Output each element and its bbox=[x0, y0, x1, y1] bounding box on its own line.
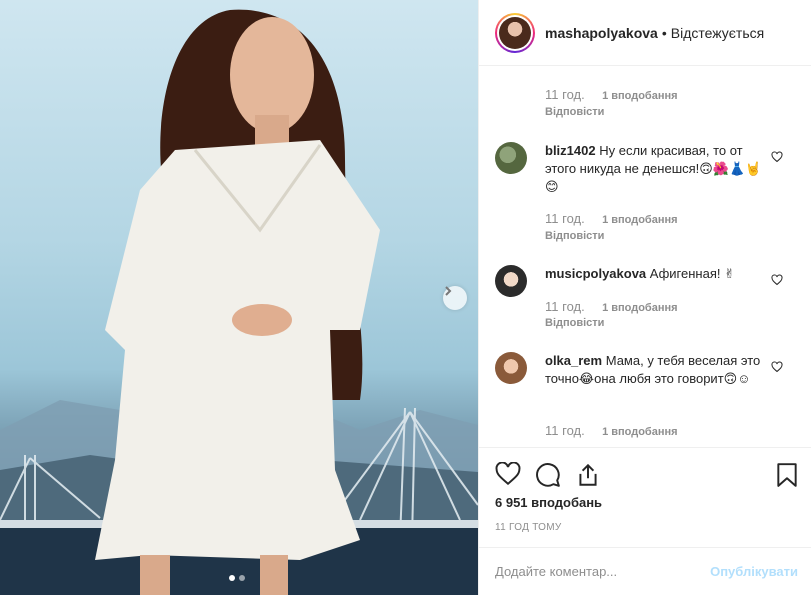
comment-input[interactable] bbox=[495, 564, 695, 579]
author-avatar[interactable] bbox=[495, 12, 535, 53]
comments-list[interactable]: 11 год. 1 вподобання Відповісти bliz1402… bbox=[479, 67, 811, 447]
add-comment-bar: Опублікувати bbox=[479, 547, 811, 595]
like-comment-icon[interactable] bbox=[771, 274, 783, 286]
post-header: mashapolyakova • Відстежується bbox=[479, 0, 811, 66]
likes-count[interactable]: 6 951 вподобань bbox=[495, 495, 602, 510]
post-photo[interactable] bbox=[0, 0, 478, 595]
comment-meta: 11 год. 1 вподобання bbox=[545, 423, 678, 438]
post-sidebar: mashapolyakova • Відстежується 11 год. 1… bbox=[478, 0, 811, 595]
share-icon[interactable] bbox=[575, 462, 601, 488]
reply-button[interactable]: Відповісти bbox=[545, 106, 604, 118]
comment-time[interactable]: 11 год. bbox=[545, 87, 585, 102]
like-comment-icon[interactable] bbox=[771, 151, 783, 163]
comment-meta: 11 год. 1 вподобання bbox=[545, 211, 678, 226]
chevron-right-icon bbox=[445, 286, 452, 296]
commenter-avatar[interactable] bbox=[495, 352, 527, 384]
reply-button[interactable]: Відповісти bbox=[545, 230, 604, 242]
comment-body: bliz1402 Ну если красивая, то от этого н… bbox=[545, 142, 767, 196]
author-username[interactable]: mashapolyakova bbox=[545, 25, 658, 41]
comment-likes[interactable]: 1 вподобання bbox=[602, 214, 677, 226]
commenter-avatar[interactable] bbox=[495, 142, 527, 174]
post-timestamp[interactable]: 11 ГОД ТОМУ bbox=[495, 522, 562, 533]
photo-illustration bbox=[0, 9, 478, 595]
commenter-username[interactable]: musicpolyakova bbox=[545, 266, 646, 281]
publish-button[interactable]: Опублікувати bbox=[710, 564, 798, 579]
carousel-dot-active bbox=[229, 575, 235, 581]
comment-meta: 11 год. 1 вподобання bbox=[545, 87, 678, 102]
carousel-indicator bbox=[229, 575, 245, 581]
comment-likes[interactable]: 1 вподобання bbox=[602, 426, 677, 438]
like-comment-icon[interactable] bbox=[771, 361, 783, 373]
comment-time[interactable]: 11 год. bbox=[545, 211, 585, 226]
comment-time[interactable]: 11 год. bbox=[545, 423, 585, 438]
comment-body: musicpolyakova Афигенная! ✌ bbox=[545, 265, 767, 283]
carousel-dot bbox=[239, 575, 245, 581]
comment-text: Афигенная! ✌ bbox=[649, 266, 735, 281]
comment-likes[interactable]: 1 вподобання bbox=[602, 90, 677, 102]
reply-button[interactable]: Відповісти bbox=[545, 317, 604, 329]
comment-body: olka_rem Мама, у тебя веселая это точно😂… bbox=[545, 352, 767, 388]
like-post-icon[interactable] bbox=[495, 462, 521, 486]
commenter-avatar[interactable] bbox=[495, 265, 527, 297]
comment-likes[interactable]: 1 вподобання bbox=[602, 302, 677, 314]
comment-icon[interactable] bbox=[535, 462, 561, 488]
commenter-username[interactable]: bliz1402 bbox=[545, 143, 596, 158]
comment-meta: 11 год. 1 вподобання bbox=[545, 299, 678, 314]
bookmark-icon[interactable] bbox=[776, 462, 798, 488]
follow-status-button[interactable]: Відстежується bbox=[671, 25, 764, 41]
commenter-username[interactable]: olka_rem bbox=[545, 353, 602, 368]
header-separator: • bbox=[661, 24, 667, 41]
next-photo-button[interactable] bbox=[443, 286, 467, 310]
comment-time[interactable]: 11 год. bbox=[545, 299, 585, 314]
